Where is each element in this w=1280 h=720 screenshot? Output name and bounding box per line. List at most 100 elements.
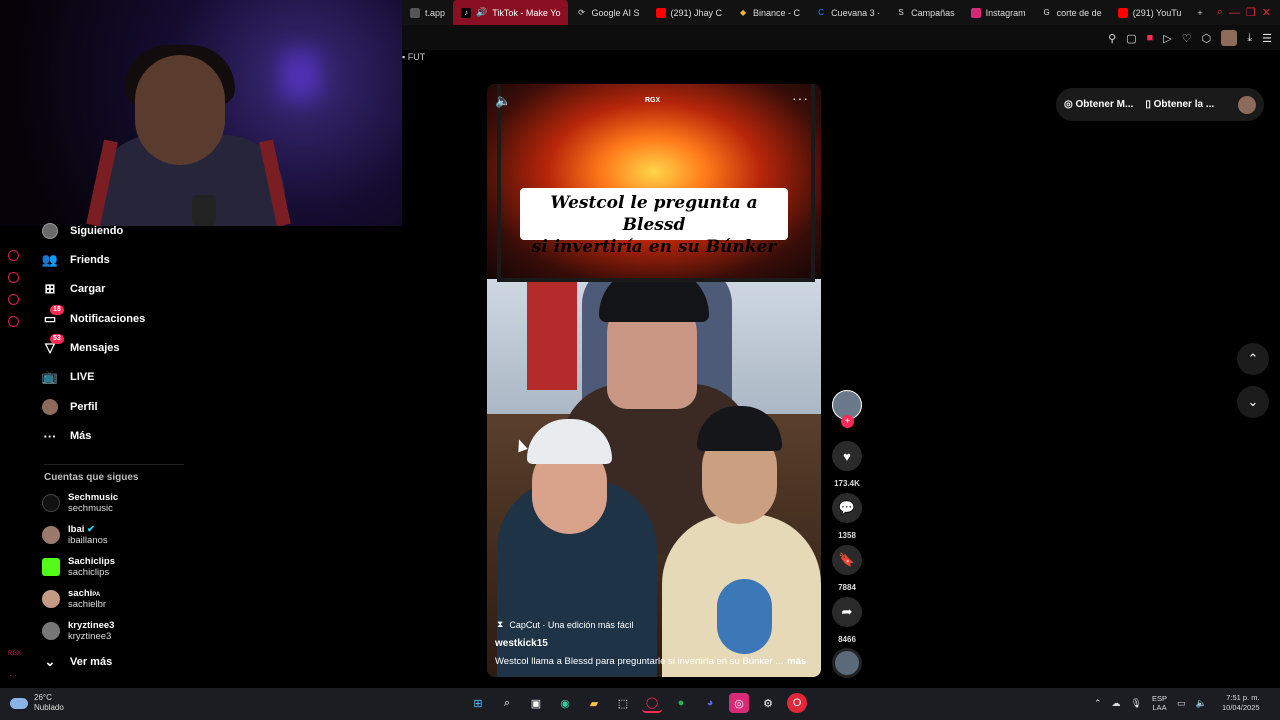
browser-tab-active[interactable]: ♪ 🔊 TikTok - Make Yo: [453, 0, 569, 25]
next-video-button[interactable]: ⌄: [1237, 386, 1269, 418]
menu-icon[interactable]: ☰: [1262, 32, 1272, 45]
more-icon: ···: [43, 428, 57, 444]
sidebar-item-friends[interactable]: 👥 Friends: [42, 249, 110, 271]
account-item[interactable]: Sachiclips sachiclips: [42, 556, 115, 578]
video-author[interactable]: westkick15: [495, 638, 548, 649]
close-icon[interactable]: ✕: [1262, 6, 1271, 19]
play-icon[interactable]: ▷: [1163, 32, 1171, 45]
more-link[interactable]: más: [787, 656, 806, 667]
save-action[interactable]: 🔖 7884: [832, 545, 862, 592]
rail-more-icon[interactable]: ···: [9, 671, 17, 680]
cloud-icon: [10, 697, 28, 709]
browser-tab[interactable]: Instagram: [963, 0, 1034, 25]
spotify-icon[interactable]: ●: [671, 693, 691, 713]
profile-avatar[interactable]: [1238, 95, 1256, 114]
account-avatar: [42, 590, 60, 608]
campaign-icon: S: [898, 8, 904, 17]
steam-icon[interactable]: ⚙: [758, 693, 778, 713]
task-view-icon[interactable]: ▣: [526, 693, 546, 713]
bookmark-item[interactable]: ▪ FUT: [402, 52, 425, 68]
comment-icon[interactable]: 💬: [832, 493, 862, 523]
pocket-icon[interactable]: ■: [1147, 32, 1154, 44]
browser-tab[interactable]: Gcorte de de: [1034, 0, 1110, 25]
browser-tab[interactable]: ◆ Binance - C: [730, 0, 808, 25]
volume-icon[interactable]: 🔈: [1196, 698, 1207, 709]
bookmark-icon[interactable]: 🔖: [832, 545, 862, 575]
get-app-button[interactable]: ▯ Obtener la ...: [1145, 99, 1214, 110]
share-action[interactable]: ➦ 8466: [832, 597, 862, 644]
like-action[interactable]: ♥ 173.4K: [832, 441, 862, 488]
sidebar-item-following[interactable]: Siguiendo: [42, 220, 123, 242]
display-icon[interactable]: ▭: [1177, 698, 1186, 709]
file-explorer-icon[interactable]: ▰: [584, 693, 604, 713]
search-icon[interactable]: ⌕: [497, 693, 517, 713]
webcam-overlay: [0, 0, 402, 226]
account-avatar: [42, 622, 60, 640]
opera-icon[interactable]: O: [787, 693, 807, 713]
extensions-icon[interactable]: ⬡: [1202, 32, 1212, 45]
sidebar: Siguiendo 👥 Friends ⊞ Cargar ▭ 18 Notific…: [28, 223, 188, 688]
language-indicator[interactable]: ESP LAA: [1152, 694, 1167, 712]
edge-icon[interactable]: ◉: [555, 693, 575, 713]
bookmark-icon: ▪: [402, 52, 406, 62]
sidebar-item-upload[interactable]: ⊞ Cargar: [42, 278, 106, 300]
heart-icon[interactable]: ♡: [1182, 32, 1192, 45]
account-item[interactable]: sachiPA sachielbr: [42, 588, 106, 610]
more-options-icon[interactable]: ···: [792, 90, 809, 106]
sidebar-item-notifications[interactable]: ▭ 18 Notificaciones: [42, 305, 145, 330]
search-icon[interactable]: ⌕: [1217, 6, 1223, 19]
heart-icon[interactable]: ♥: [832, 441, 862, 471]
comment-action[interactable]: 💬 1358: [832, 493, 862, 540]
instagram-icon[interactable]: ◎: [729, 693, 749, 713]
rail-icon[interactable]: [8, 316, 19, 327]
sidebar-item-more[interactable]: ··· Más: [42, 425, 92, 447]
restore-icon[interactable]: ❐: [1246, 6, 1256, 19]
sidebar-item-live[interactable]: 📺 LIVE: [42, 366, 95, 388]
discord-icon[interactable]: ◕: [700, 693, 720, 713]
pin-icon[interactable]: ⚲: [1108, 32, 1116, 45]
snapshot-icon[interactable]: ▢: [1126, 32, 1136, 45]
rail-icon[interactable]: [8, 294, 19, 305]
get-coins-button[interactable]: ◎ Obtener M...: [1064, 99, 1133, 110]
rail-icon[interactable]: [8, 250, 19, 261]
browser-tab-strip: t.app ♪ 🔊 TikTok - Make Yo ⟳ Google AI S (2…: [402, 0, 1280, 25]
clock[interactable]: 7:51 p. m. 10/04/2025: [1222, 693, 1260, 713]
get-app-pill: ◎ Obtener M... ▯ Obtener la ...: [1056, 88, 1264, 121]
video-player[interactable]: Westcol le pregunta a Blessd si invertir…: [487, 84, 821, 677]
sidebar-item-profile[interactable]: Perfil: [42, 396, 98, 418]
browser-tab[interactable]: (291) Jhay C: [648, 0, 731, 25]
windows-start-icon[interactable]: ⊞: [468, 693, 488, 713]
account-item[interactable]: kryztinee3 kryztinee3: [42, 620, 114, 642]
browser-tab[interactable]: t.app: [402, 0, 453, 25]
save-count: 7884: [838, 583, 856, 592]
follow-button[interactable]: +: [841, 415, 854, 428]
chevron-up-icon[interactable]: ⌃: [1094, 698, 1102, 709]
instagram-icon: [970, 7, 981, 18]
browser-tab[interactable]: C Cuevana 3 ·: [808, 0, 888, 25]
capcut-link[interactable]: ⧗ CapCut · Una edición más fácil: [497, 619, 633, 630]
rail-icon[interactable]: [8, 272, 19, 283]
chevron-down-icon: ⌄: [44, 654, 56, 669]
new-tab-button[interactable]: +: [1189, 0, 1210, 25]
weather-widget[interactable]: 26°C Nublado: [10, 693, 64, 713]
store-icon[interactable]: ⬚: [613, 693, 633, 713]
browser-tab[interactable]: S Campañas: [888, 0, 963, 25]
minimize-icon[interactable]: —: [1229, 7, 1240, 19]
browser-tab[interactable]: ⟳ Google AI S: [568, 0, 647, 25]
browser-tab[interactable]: (291) YouTu: [1110, 0, 1190, 25]
profile-avatar-icon[interactable]: [1221, 30, 1238, 46]
sidebar-item-messages[interactable]: ▽ 53 Mensajes: [42, 334, 120, 359]
opera-gx-icon[interactable]: ◯: [642, 693, 662, 713]
see-more-button[interactable]: ⌄ Ver más: [42, 651, 113, 673]
youtube-icon: [1117, 7, 1128, 18]
onedrive-icon[interactable]: ☁: [1112, 698, 1121, 709]
account-item[interactable]: Ibai ✔ ibaillanos: [42, 524, 108, 546]
microphone-icon[interactable]: 🎙: [1131, 698, 1142, 709]
share-icon[interactable]: ➦: [832, 597, 862, 627]
google-ai-icon: ⟳: [578, 8, 585, 17]
volume-icon[interactable]: 🔈: [495, 93, 511, 109]
download-icon[interactable]: ⤓: [1247, 32, 1252, 45]
account-item[interactable]: Sechmusic sechmusic: [42, 492, 118, 514]
music-disc[interactable]: [832, 648, 862, 678]
previous-video-button[interactable]: ⌃: [1237, 343, 1269, 375]
